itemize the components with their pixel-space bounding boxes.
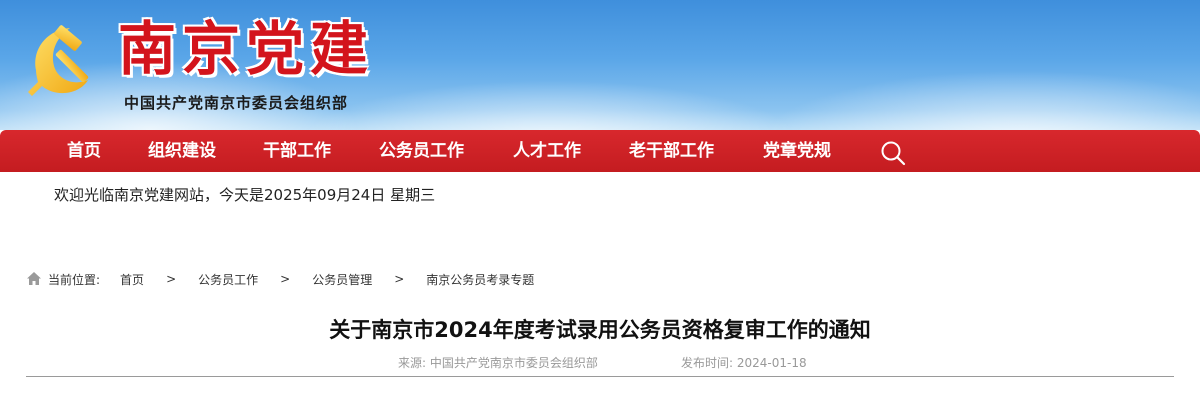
home-icon bbox=[27, 272, 41, 285]
header-banner: 南京党建 中国共产党南京市委员会组织部 bbox=[0, 0, 1200, 130]
nav-item-civil-servant[interactable]: 公务员工作 bbox=[379, 130, 464, 172]
nav-item-veteran-cadre[interactable]: 老干部工作 bbox=[629, 130, 714, 172]
nav-item-organization[interactable]: 组织建设 bbox=[148, 130, 216, 172]
nav-item-party-rules[interactable]: 党章党规 bbox=[763, 130, 831, 172]
nav-item-home[interactable]: 首页 bbox=[67, 130, 101, 172]
divider bbox=[26, 376, 1174, 377]
welcome-text: 欢迎光临南京党建网站，今天是2025年09月24日 星期三 bbox=[54, 186, 436, 204]
site-subtitle: 中国共产党南京市委员会组织部 bbox=[124, 94, 349, 112]
party-emblem-icon bbox=[28, 25, 89, 96]
breadcrumb-separator: > bbox=[394, 272, 405, 286]
nav-item-cadre[interactable]: 干部工作 bbox=[263, 130, 331, 172]
breadcrumb-home[interactable]: 首页 bbox=[120, 271, 144, 288]
breadcrumb: 当前位置: 首页 > 公务员工作 > 公务员管理 > 南京公务员考录专题 bbox=[26, 270, 534, 288]
breadcrumb-civil-servant-management[interactable]: 公务员管理 bbox=[312, 271, 372, 288]
site-title[interactable]: 南京党建 bbox=[118, 14, 374, 84]
article-meta: 来源: 中国共产党南京市委员会组织部 发布时间: 2024-01-18 bbox=[398, 354, 807, 371]
main-nav: 首页 组织建设 干部工作 公务员工作 人才工作 老干部工作 党章党规 bbox=[0, 130, 1200, 172]
breadcrumb-recruitment-topic[interactable]: 南京公务员考录专题 bbox=[426, 271, 534, 288]
nav-item-talent[interactable]: 人才工作 bbox=[513, 130, 581, 172]
article-title: 关于南京市2024年度考试录用公务员资格复审工作的通知 bbox=[329, 318, 871, 342]
breadcrumb-separator: > bbox=[166, 272, 177, 286]
breadcrumb-label: 当前位置: bbox=[48, 272, 101, 287]
breadcrumb-civil-servant-work[interactable]: 公务员工作 bbox=[198, 271, 258, 288]
breadcrumb-separator: > bbox=[280, 272, 291, 286]
article-source: 来源: 中国共产党南京市委员会组织部 bbox=[398, 356, 598, 370]
search-icon[interactable] bbox=[880, 140, 906, 166]
article-date: 发布时间: 2024-01-18 bbox=[681, 356, 807, 370]
